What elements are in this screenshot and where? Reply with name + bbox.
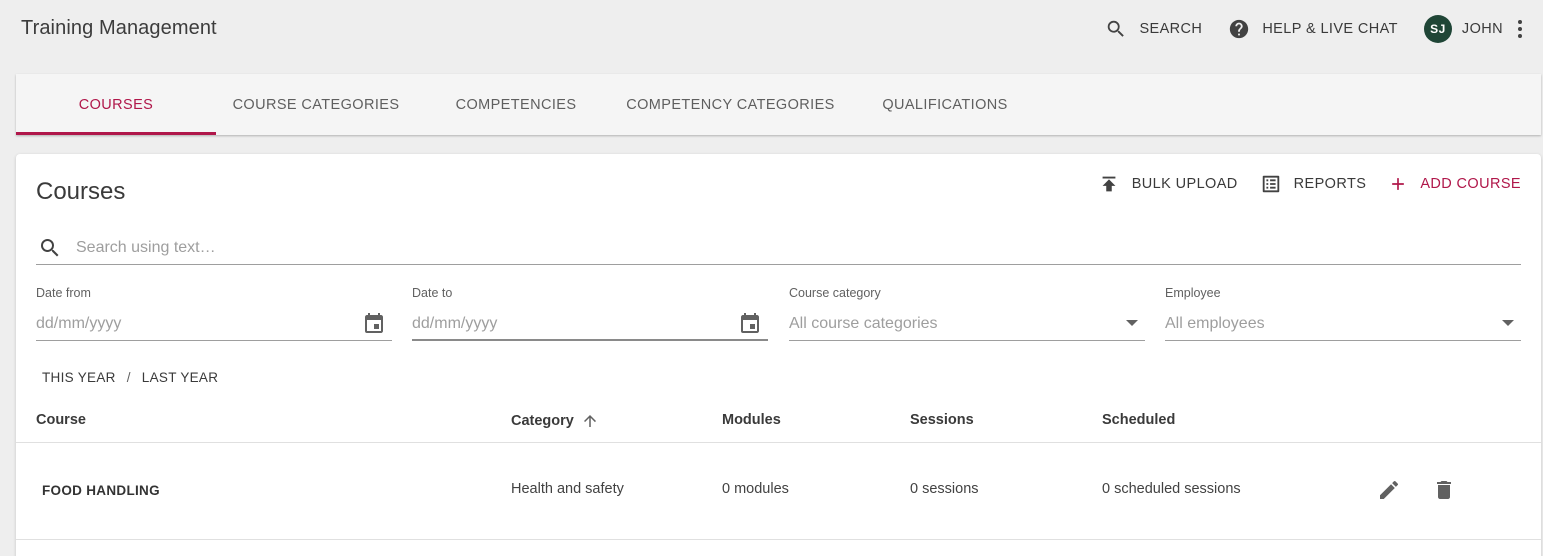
course-category-select[interactable]: All course categories [789,314,1145,341]
search-label: SEARCH [1139,21,1203,37]
column-label: Modules [722,412,781,428]
upload-icon [1102,176,1116,192]
column-label: Course [36,412,86,428]
search-button[interactable]: SEARCH [1105,14,1202,44]
last-year-link[interactable]: LAST YEAR [142,370,219,385]
date-from-placeholder: dd/mm/yyyy [36,315,122,332]
sessions-cell: 0 sessions [910,481,979,497]
user-name: JOHN [1461,21,1503,37]
chevron-down-icon[interactable] [1502,320,1514,326]
column-header-modules[interactable]: Modules [722,412,781,428]
calendar-icon[interactable] [738,312,762,336]
user-menu-button[interactable]: SJ JOHN [1423,14,1503,44]
search-icon [1108,20,1125,37]
employee-select[interactable]: All employees [1165,314,1521,341]
top-actions: SEARCH HELP & LIVE CHAT SJ JOHN [1105,14,1525,44]
column-header-scheduled[interactable]: Scheduled [1102,412,1175,428]
column-label: Category [511,413,574,429]
range-separator: / [126,370,131,385]
employee-value: All employees [1165,315,1265,332]
bulk-upload-label: BULK UPLOAD [1131,176,1238,192]
column-label: Sessions [910,412,974,428]
table-header: Course Category Modules Sessions Schedul… [16,400,1541,443]
more-options-icon[interactable] [1515,17,1525,41]
calendar-icon[interactable] [362,312,386,336]
help-chat-button[interactable]: HELP & LIVE CHAT [1228,14,1398,44]
bulk-upload-button[interactable]: BULK UPLOAD [1098,173,1238,195]
course-category-value: All course categories [789,315,938,332]
column-header-course[interactable]: Course [36,412,86,428]
tab-course-categories[interactable]: COURSE CATEGORIES [216,74,416,135]
reports-button[interactable]: REPORTS [1260,173,1367,195]
course-category-filter: Course category All course categories [789,286,1145,341]
courses-card: Courses BULK UPLOAD REPORTS ADD COURSE S… [16,154,1541,556]
tab-qualifications[interactable]: QUALIFICATIONS [845,74,1045,135]
search-input[interactable] [76,239,1521,257]
search-icon [41,239,59,257]
help-icon [1230,19,1249,39]
tab-competency-categories[interactable]: COMPETENCY CATEGORIES [616,74,845,135]
date-to-label: Date to [412,286,453,300]
course-name-cell[interactable]: FOOD HANDLING [42,483,160,498]
column-label: Scheduled [1102,412,1176,428]
this-year-link[interactable]: THIS YEAR [42,370,116,385]
date-from-label: Date from [36,286,91,300]
date-to-field[interactable]: dd/mm/yyyy [412,312,768,341]
scheduled-cell: 0 scheduled sessions [1102,481,1241,497]
table-row[interactable]: FOOD HANDLING Health and safety 0 module… [16,443,1541,540]
modules-cell: 0 modules [722,481,789,497]
tab-competencies[interactable]: COMPETENCIES [416,74,616,135]
column-header-sessions[interactable]: Sessions [910,412,974,428]
avatar: SJ [1423,15,1452,43]
app-title: Training Management [21,17,217,39]
add-course-button[interactable]: ADD COURSE [1388,174,1521,194]
course-category-label: Course category [789,286,881,300]
list-alt-icon [1262,175,1279,193]
date-to-placeholder: dd/mm/yyyy [412,315,498,332]
category-cell: Health and safety [511,481,624,497]
page-title: Courses [36,178,126,205]
date-to-filter: Date to dd/mm/yyyy [412,286,768,341]
employee-label: Employee [1165,286,1221,300]
date-from-field[interactable]: dd/mm/yyyy [36,312,392,341]
arrow-up-icon[interactable] [581,412,599,430]
column-header-category[interactable]: Category [511,412,599,430]
reports-label: REPORTS [1293,176,1367,192]
chevron-down-icon[interactable] [1126,320,1138,326]
plus-icon [1392,178,1405,190]
search-bar [36,232,1521,265]
delete-icon[interactable] [1432,478,1456,502]
quick-date-ranges: THIS YEAR / LAST YEAR [42,370,218,385]
date-from-filter: Date from dd/mm/yyyy [36,286,392,341]
add-course-label: ADD COURSE [1420,176,1521,192]
help-label: HELP & LIVE CHAT [1262,21,1398,37]
app-bar: Training Management SEARCH HELP & LIVE C… [0,0,1543,58]
edit-icon[interactable] [1377,478,1401,502]
employee-filter: Employee All employees [1165,286,1521,341]
tab-bar: COURSES COURSE CATEGORIES COMPETENCIES C… [16,74,1541,135]
card-actions: BULK UPLOAD REPORTS ADD COURSE [1098,172,1521,196]
tab-courses[interactable]: COURSES [16,74,216,135]
